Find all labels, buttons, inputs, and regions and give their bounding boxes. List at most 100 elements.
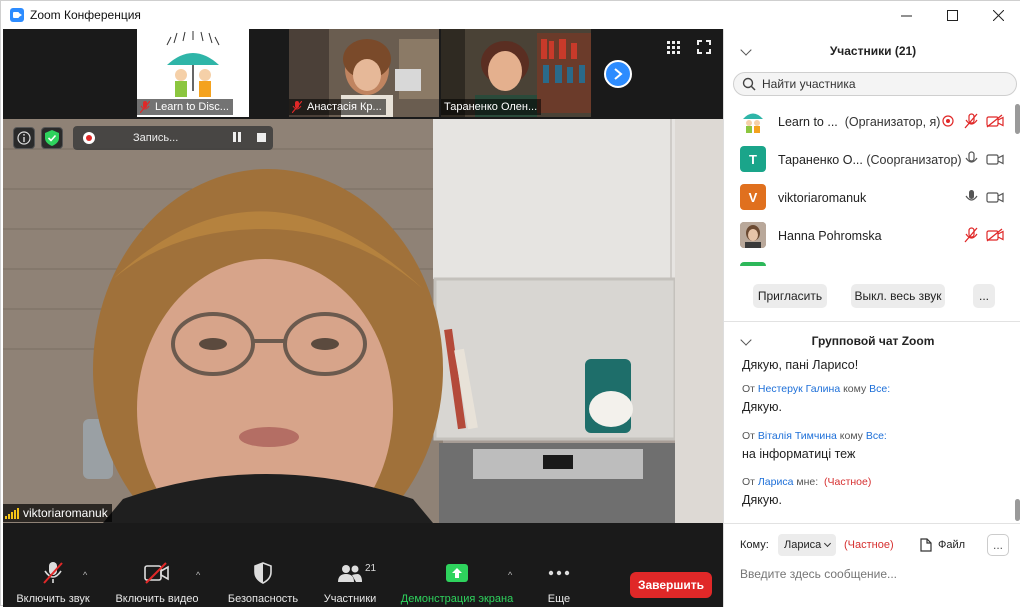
file-button[interactable]: Файл: [920, 538, 965, 552]
zoom-window: Zoom Конференция Learn to Disc... Анаста…: [0, 0, 1020, 607]
grid-icon[interactable]: [667, 41, 681, 55]
maximize-icon[interactable]: [929, 1, 975, 29]
chat-message-meta: От Віталія Тимчина кому Все:: [742, 430, 887, 442]
speaker-name-tag: viktoriaromanuk: [3, 504, 112, 522]
video-options-chevron-icon[interactable]: ^: [196, 570, 200, 580]
video-icon: [986, 190, 1004, 204]
participants-icon: 21: [337, 561, 376, 585]
share-screen-icon: [446, 561, 468, 585]
avatar: [740, 222, 766, 248]
video-thumbnail-strip: Learn to Disc... Анастасія Кр... Таранен…: [3, 29, 723, 117]
participants-scrollbar[interactable]: [1015, 104, 1020, 134]
participants-count: 21: [365, 563, 377, 574]
participant-search-input[interactable]: Найти участника: [733, 72, 1017, 96]
invite-button[interactable]: Пригласить: [753, 284, 827, 308]
chat-scrollbar[interactable]: [1015, 499, 1020, 521]
participants-button[interactable]: 21 Участники: [315, 549, 385, 607]
more-button[interactable]: Еще: [535, 549, 583, 607]
microphone-muted-icon: [42, 561, 64, 585]
participant-name: Тараненко О... (Соорганизатор): [778, 153, 962, 167]
recording-icon: [83, 132, 95, 144]
to-label: Кому:: [740, 539, 769, 551]
chat-message-meta: От Нестерук Галина кому Все:: [742, 383, 891, 395]
search-icon: [742, 77, 756, 91]
end-meeting-button[interactable]: Завершить: [630, 572, 712, 598]
chat-message: От Лариса мне: (Частное) Дякую.: [742, 476, 1012, 507]
microphone-icon: [964, 151, 978, 167]
close-icon[interactable]: [975, 1, 1020, 29]
avatar: [740, 262, 766, 266]
mute-all-button[interactable]: Выкл. весь звук: [851, 284, 945, 308]
private-badge: (Частное): [844, 539, 894, 551]
panel-divider: [724, 523, 1020, 524]
panel-divider: [724, 321, 1020, 322]
window-controls: [883, 1, 1020, 29]
microphone-muted-icon: [964, 227, 978, 243]
meeting-toolbar: Включить звук ^ Включить видео ^ Безопас…: [3, 549, 723, 607]
video-off-icon: [986, 228, 1004, 242]
collapse-chevron-icon[interactable]: [740, 44, 752, 56]
title-bar: Zoom Конференция: [1, 1, 1020, 29]
video-thumbnail[interactable]: Тараненко Олен...: [441, 29, 591, 117]
stop-recording-icon[interactable]: [257, 133, 266, 142]
shield-icon: [254, 561, 272, 585]
video-area: Learn to Disc... Анастасія Кр... Таранен…: [3, 29, 723, 607]
recipient-select[interactable]: Лариса: [778, 534, 836, 556]
microphone-muted-icon: [291, 100, 303, 114]
participant-name: viktoriaromanuk: [778, 191, 867, 205]
speaker-video-feed: [3, 119, 723, 523]
share-screen-button[interactable]: Демонстрация экрана: [395, 549, 519, 607]
recording-icon: [942, 115, 954, 127]
zoom-app-icon: [10, 8, 24, 22]
audio-options-chevron-icon[interactable]: ^: [83, 570, 87, 580]
fullscreen-icon[interactable]: [697, 40, 711, 54]
chevron-right-icon[interactable]: [604, 60, 632, 88]
side-panel: Участники (21) Найти участника Learn to …: [723, 29, 1020, 607]
participants-more-button[interactable]: ...: [973, 284, 995, 308]
avatar: [740, 108, 766, 134]
participant-row[interactable]: T Тараненко О... (Соорганизатор): [724, 140, 1014, 178]
chat-message: От Нестерук Галина кому Все: Дякую.: [742, 383, 1012, 414]
chat-more-button[interactable]: ...: [987, 534, 1009, 556]
avatar: V: [740, 184, 766, 210]
video-thumbnail[interactable]: Learn to Disc...: [137, 29, 249, 117]
avatar: T: [740, 146, 766, 172]
thumbnail-label: Learn to Disc...: [137, 99, 233, 115]
minimize-icon[interactable]: [883, 1, 929, 29]
chat-panel-header: Групповой чат Zoom: [724, 323, 1020, 359]
start-video-button[interactable]: Включить видео: [107, 549, 207, 607]
participant-name: Hanna Pohromska: [778, 229, 882, 243]
participant-name: Learn to ... (Организатор, я): [778, 115, 941, 129]
collapse-chevron-icon[interactable]: [740, 334, 752, 346]
microphone-icon: [964, 189, 978, 205]
recording-bar: Запись...: [73, 126, 273, 150]
video-icon: [986, 152, 1004, 166]
more-dots-icon: [548, 561, 570, 585]
participant-row[interactable]: Hanna Pohromska: [724, 216, 1014, 254]
participant-list: Learn to ... (Организатор, я) T Тараненк…: [724, 102, 1020, 266]
participant-row[interactable]: [724, 254, 1014, 266]
window-title: Zoom Конференция: [30, 8, 141, 22]
pause-recording-icon[interactable]: [231, 132, 243, 144]
participant-row[interactable]: Learn to ... (Организатор, я): [724, 102, 1014, 140]
chat-messages: Дякую, пані Ларисо! От Нестерук Галина к…: [724, 359, 1020, 521]
chat-message-input[interactable]: [740, 564, 1010, 584]
microphone-muted-icon: [964, 113, 978, 129]
chevron-down-icon: [824, 539, 832, 548]
share-options-chevron-icon[interactable]: ^: [508, 570, 512, 580]
recording-label: Запись...: [133, 132, 179, 144]
microphone-muted-icon: [139, 100, 151, 114]
encryption-shield-icon[interactable]: [41, 127, 63, 149]
signal-strength-icon: [5, 507, 19, 519]
thumbnail-label: Тараненко Олен...: [441, 99, 542, 115]
file-icon: [920, 538, 932, 552]
security-button[interactable]: Безопасность: [223, 549, 303, 607]
thumbnail-label: Анастасія Кр...: [289, 99, 386, 115]
chat-message: От Віталія Тимчина кому Все: на інформат…: [742, 430, 1012, 461]
chat-recipient-row: Кому: Лариса (Частное) Файл ...: [724, 532, 1020, 558]
chat-message: Дякую, пані Ларисо!: [742, 359, 859, 372]
info-icon[interactable]: [13, 127, 35, 149]
participant-row[interactable]: V viktoriaromanuk: [724, 178, 1014, 216]
video-thumbnail[interactable]: Анастасія Кр...: [289, 29, 439, 117]
main-speaker-video[interactable]: [3, 119, 723, 523]
